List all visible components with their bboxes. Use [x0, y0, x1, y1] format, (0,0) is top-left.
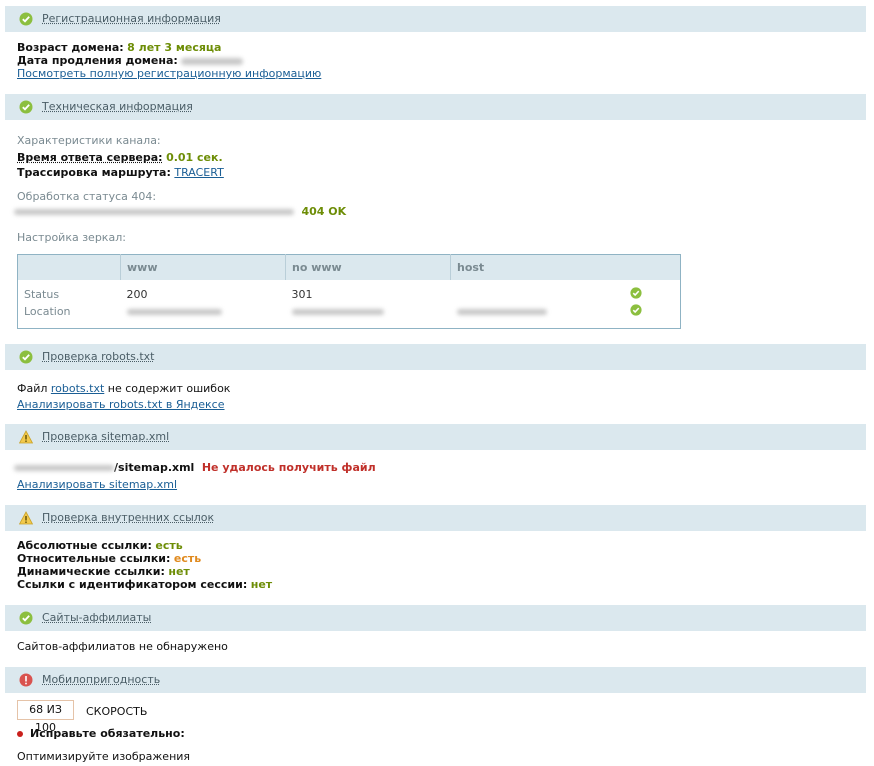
- section-title[interactable]: Мобилопригодность: [42, 673, 160, 686]
- abs-links-value: есть: [155, 539, 183, 552]
- mirrors-label: Настройка зеркал:: [17, 231, 126, 244]
- sitemap-analyze-link[interactable]: Анализировать sitemap.xml: [17, 478, 177, 491]
- dyn-links-value: нет: [168, 565, 190, 578]
- status-www: 200: [126, 288, 148, 301]
- section-title[interactable]: Техническая информация: [42, 100, 193, 113]
- abs-links-label: Абсолютные ссылки:: [17, 539, 152, 552]
- rel-links-row: Относительные ссылки: есть: [17, 552, 201, 565]
- trace-row: Трассировка маршрута: TRACERT: [17, 166, 224, 179]
- redacted-text: [126, 309, 222, 315]
- sitemap-file: /sitemap.xml: [114, 461, 195, 474]
- section-title[interactable]: Проверка sitemap.xml: [42, 430, 169, 443]
- row-label: Location: [24, 305, 71, 318]
- col-nowww: no www: [285, 254, 451, 280]
- robots-status-row: Файл robots.txt не содержит ошибок: [17, 382, 230, 395]
- mirrors-table: www no www host Status 200 301 Location: [17, 254, 681, 329]
- affiliates-text: Сайтов-аффилиатов не обнаружено: [17, 640, 228, 653]
- col-host: host: [450, 254, 624, 280]
- table-row: Status 200 301: [18, 280, 681, 303]
- section-header-technical[interactable]: Техническая информация: [5, 94, 866, 120]
- col-www: www: [120, 254, 286, 280]
- section-header-mobile[interactable]: Мобилопригодность: [5, 667, 866, 693]
- status404-label: Обработка статуса 404:: [17, 190, 157, 203]
- optimize-images-text: Оптимизируйте изображения: [17, 750, 191, 763]
- check-icon: [19, 350, 33, 364]
- robots-analyze-link[interactable]: Анализировать robots.txt в Яндексе: [17, 398, 225, 411]
- redacted-text: [291, 309, 384, 315]
- trace-label: Трассировка маршрута:: [17, 166, 171, 179]
- response-time-row: Время ответа сервера: 0.01 сек.: [17, 151, 223, 164]
- domain-renew-row: Дата продления домена:: [17, 54, 244, 67]
- rel-links-label: Относительные ссылки:: [17, 552, 171, 565]
- abs-links-row: Абсолютные ссылки: есть: [17, 539, 183, 552]
- section-header-internal-links[interactable]: Проверка внутренних ссылок: [5, 505, 866, 531]
- response-time-label: Время ответа сервера:: [17, 151, 163, 164]
- redacted-text: [456, 309, 547, 315]
- section-header-sitemap[interactable]: Проверка sitemap.xml: [5, 424, 866, 450]
- check-icon: [19, 611, 33, 625]
- session-links-row: Ссылки с идентификатором сессии: нет: [17, 578, 272, 591]
- section-title[interactable]: Проверка внутренних ссылок: [42, 511, 214, 524]
- table-row: Location: [18, 303, 681, 329]
- dyn-links-row: Динамические ссылки: нет: [17, 565, 190, 578]
- dyn-links-label: Динамические ссылки:: [17, 565, 165, 578]
- bullet-icon: [17, 731, 23, 737]
- robots-text-suffix: не содержит ошибок: [107, 382, 231, 395]
- sitemap-status-row: /sitemap.xml Не удалось получить файл: [14, 461, 376, 474]
- must-fix-heading: Исправьте обязательно:: [30, 727, 185, 740]
- check-icon: [630, 287, 642, 299]
- status-nowww: 301: [291, 288, 313, 301]
- status404-row: 404 OK: [14, 205, 346, 218]
- section-title[interactable]: Проверка robots.txt: [42, 350, 155, 363]
- section-header-registration[interactable]: Регистрационная информация: [5, 6, 866, 32]
- section-title[interactable]: Сайты-аффилиаты: [42, 611, 151, 624]
- redacted-link[interactable]: [14, 209, 294, 215]
- check-icon: [630, 304, 642, 316]
- session-links-label: Ссылки с идентификатором сессии:: [17, 578, 248, 591]
- section-title[interactable]: Регистрационная информация: [42, 12, 221, 25]
- sitemap-error: Не удалось получить файл: [201, 461, 376, 474]
- table-header-row: www no www host: [17, 254, 681, 280]
- tracert-link[interactable]: TRACERT: [174, 166, 223, 179]
- domain-age-row: Возраст домена: 8 лет 3 месяца: [17, 41, 221, 54]
- mobile-score-badge: 68 ИЗ 100: [17, 700, 74, 734]
- section-header-affiliates[interactable]: Сайты-аффилиаты: [5, 605, 866, 631]
- check-icon: [19, 100, 33, 114]
- redacted-text: [181, 57, 244, 65]
- response-time-value: 0.01 сек.: [166, 151, 223, 164]
- robots-file-link[interactable]: robots.txt: [51, 382, 104, 395]
- warning-icon: [19, 511, 33, 525]
- warning-icon: [19, 430, 33, 444]
- status404-value: 404 OK: [301, 205, 347, 218]
- redacted-text: [14, 465, 114, 471]
- speed-label: СКОРОСТЬ: [86, 705, 148, 718]
- session-links-value: нет: [250, 578, 273, 591]
- robots-text-prefix: Файл: [17, 382, 48, 395]
- domain-age-value: 8 лет 3 месяца: [127, 41, 222, 54]
- channel-label: Характеристики канала:: [17, 134, 161, 147]
- full-registration-link[interactable]: Посмотреть полную регистрационную информ…: [17, 67, 321, 80]
- check-icon: [19, 12, 33, 26]
- domain-renew-label: Дата продления домена:: [17, 54, 178, 67]
- domain-age-label: Возраст домена:: [17, 41, 124, 54]
- section-header-robots[interactable]: Проверка robots.txt: [5, 344, 866, 370]
- rel-links-value: есть: [173, 552, 202, 565]
- error-icon: [19, 673, 33, 687]
- row-label: Status: [24, 288, 60, 301]
